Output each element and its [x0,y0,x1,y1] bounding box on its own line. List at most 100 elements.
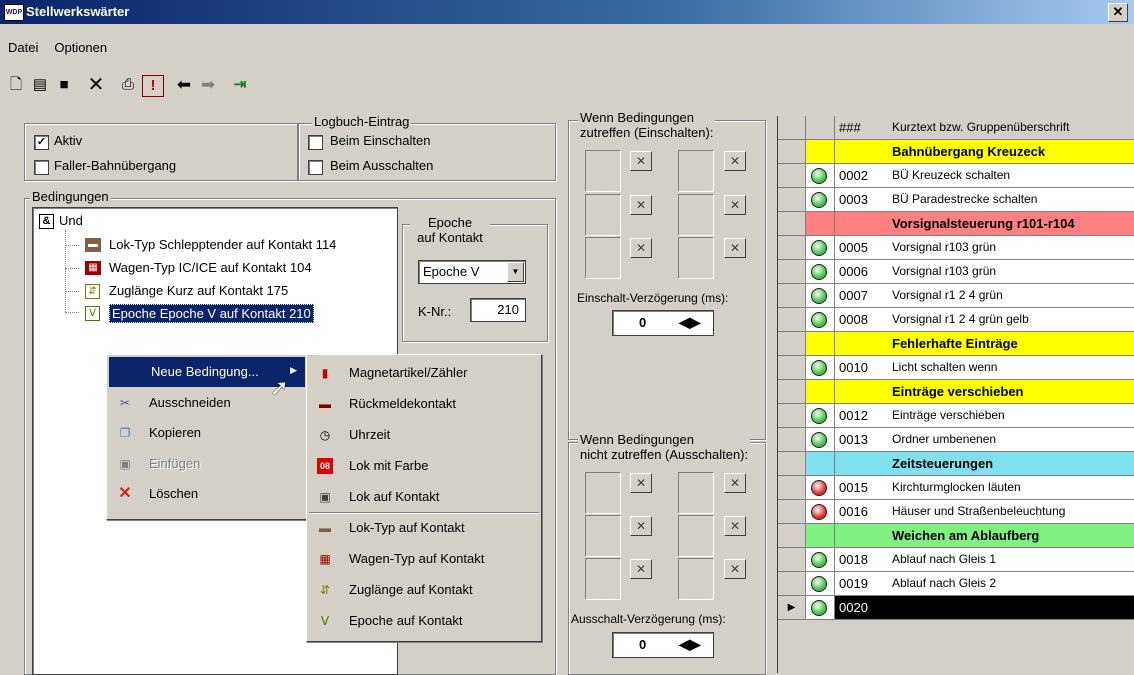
knr-input[interactable]: 210 [470,298,526,322]
action-slot[interactable] [585,194,621,236]
action-slot[interactable] [678,472,714,514]
action-slot[interactable] [678,150,714,192]
submenu-item[interactable]: ▬ Rückmeldekontakt [307,389,541,419]
tree-root-und[interactable]: Und [59,213,83,228]
row-number[interactable] [835,452,889,476]
delete-icon[interactable]: ✕ [86,75,106,95]
row-number[interactable] [835,212,889,236]
exit-icon[interactable]: ⇥ [230,75,250,95]
menu-datei[interactable]: Datei [8,40,38,55]
row-number[interactable]: 0018 [835,548,889,572]
table-row[interactable]: 0016 Häuser und Straßenbeleuchtung [778,500,1134,524]
entries-table[interactable]: ### Kurztext bzw. Gruppenüberschrift Bah… [777,116,1134,673]
tree-item-selected[interactable]: Epoche Epoche V auf Kontakt 210 [109,304,314,323]
row-number[interactable] [835,332,889,356]
submenu-item[interactable]: Ⅴ Epoche auf Kontakt [307,606,541,636]
row-indicator[interactable] [778,212,806,236]
row-indicator[interactable] [778,260,806,284]
action-slot[interactable] [678,194,714,236]
action-slot[interactable] [585,558,621,600]
clear-button[interactable]: ✕ [724,559,746,579]
row-number[interactable] [835,380,889,404]
open-icon[interactable]: ▤ [30,75,50,95]
lamp-cell[interactable] [806,188,835,212]
row-text[interactable]: Licht schalten wenn [888,356,1134,380]
row-indicator[interactable] [778,500,806,524]
group-row[interactable]: Einträge verschieben [778,380,1134,404]
row-text[interactable]: BÜ Paradestrecke schalten [888,188,1134,212]
lamp-cell[interactable] [806,260,835,284]
submenu-item[interactable]: 08 Lok mit Farbe [307,451,541,481]
row-indicator[interactable] [778,476,806,500]
row-number[interactable]: 0016 [835,500,889,524]
clear-button[interactable]: ✕ [724,473,746,493]
einschalt-delay-spinner[interactable]: 0 ◀▶ [612,310,714,336]
clear-button[interactable]: ✕ [630,151,652,171]
row-indicator[interactable] [778,572,806,596]
spin-arrows-icon[interactable]: ◀▶ [679,636,701,653]
row-indicator[interactable] [778,356,806,380]
row-indicator[interactable] [778,452,806,476]
alert-icon[interactable]: ! [142,75,164,97]
group-title[interactable]: Vorsignalsteuerung r101-r104 [888,212,1134,236]
row-text[interactable]: BÜ Kreuzeck schalten [888,164,1134,188]
row-indicator[interactable] [778,188,806,212]
action-slot[interactable] [585,472,621,514]
lamp-cell[interactable] [806,140,835,164]
group-title[interactable]: Zeitsteuerungen [888,452,1134,476]
row-number[interactable]: 0019 [835,572,889,596]
row-indicator[interactable] [778,236,806,260]
table-row[interactable]: 0006 Vorsignal r103 grün [778,260,1134,284]
lamp-cell[interactable] [806,524,835,548]
submenu-item[interactable]: ▣ Lok auf Kontakt [307,482,541,512]
tree-item[interactable]: Zuglänge Kurz auf Kontakt 175 [109,283,288,298]
row-text[interactable]: Kirchturmglocken läuten [888,476,1134,500]
row-number[interactable]: 0015 [835,476,889,500]
action-slot[interactable] [585,515,621,557]
row-number[interactable]: 0003 [835,188,889,212]
epoche-select[interactable]: Epoche V ▼ [418,260,526,284]
action-slot[interactable] [585,237,621,279]
clear-button[interactable]: ✕ [630,473,652,493]
row-indicator[interactable] [778,380,806,404]
ausschalten-checkbox[interactable] [308,160,323,175]
table-row[interactable]: 0002 BÜ Kreuzeck schalten [778,164,1134,188]
table-row[interactable]: 0012 Einträge verschieben [778,404,1134,428]
table-row[interactable]: 0008 Vorsignal r1 2 4 grün gelb [778,308,1134,332]
context-menu-item[interactable]: ▣ Einfügen [107,449,307,479]
row-number[interactable]: 0002 [835,164,889,188]
row-text[interactable]: Vorsignal r103 grün [888,236,1134,260]
row-number[interactable]: 0010 [835,356,889,380]
table-row[interactable]: 0005 Vorsignal r103 grün [778,236,1134,260]
lamp-cell[interactable] [806,164,835,188]
group-row[interactable]: Vorsignalsteuerung r101-r104 [778,212,1134,236]
aktiv-checkbox[interactable]: ✓ [34,135,49,150]
faller-checkbox[interactable] [34,160,49,175]
context-menu-item[interactable]: ❐ Kopieren [107,418,307,448]
row-indicator[interactable] [778,164,806,188]
group-title[interactable]: Weichen am Ablaufberg [888,524,1134,548]
table-row[interactable]: 0015 Kirchturmglocken läuten [778,476,1134,500]
row-text[interactable]: Ordner umbenenen [888,428,1134,452]
group-row[interactable]: Fehlerhafte Einträge [778,332,1134,356]
group-title[interactable]: Fehlerhafte Einträge [888,332,1134,356]
row-indicator[interactable] [778,140,806,164]
clear-button[interactable]: ✕ [630,516,652,536]
row-number[interactable]: 0013 [835,428,889,452]
clear-button[interactable]: ✕ [724,516,746,536]
row-indicator[interactable]: ▶ [778,596,806,620]
lamp-cell[interactable] [806,428,835,452]
einschalten-checkbox[interactable] [308,135,323,150]
submenu-item[interactable]: ◷ Uhrzeit [307,420,541,450]
row-number[interactable]: 0007 [835,284,889,308]
lamp-cell[interactable] [806,284,835,308]
table-row[interactable]: 0019 Ablauf nach Gleis 2 [778,572,1134,596]
clear-button[interactable]: ✕ [724,151,746,171]
chevron-down-icon[interactable]: ▼ [507,262,524,282]
lamp-cell[interactable] [806,404,835,428]
lamp-cell[interactable] [806,500,835,524]
clear-button[interactable]: ✕ [630,238,652,258]
row-indicator[interactable] [778,332,806,356]
group-row[interactable]: Bahnübergang Kreuzeck [778,140,1134,164]
clear-button[interactable]: ✕ [630,195,652,215]
